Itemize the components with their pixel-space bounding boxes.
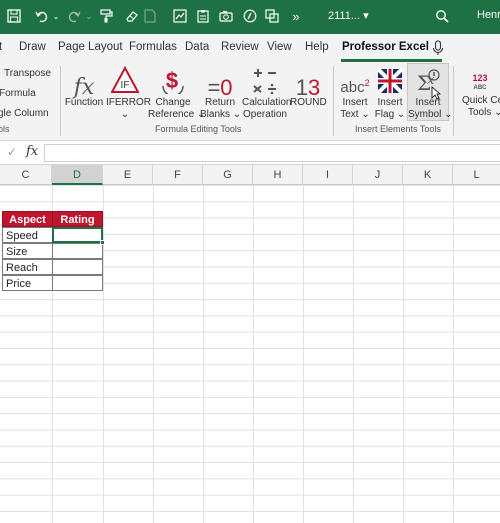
- grid-line: [453, 185, 454, 523]
- insert-text-button[interactable]: abc2 Insert Text ⌄: [338, 64, 372, 121]
- active-cell[interactable]: [52, 227, 103, 243]
- formula-input[interactable]: [44, 144, 500, 162]
- file-name[interactable]: 2111... ▾: [328, 9, 369, 22]
- insert-function-icon[interactable]: fx: [26, 144, 38, 159]
- table-cell[interactable]: Size: [2, 243, 53, 259]
- equals-zero-icon: =0: [207, 75, 233, 100]
- table-header-cell[interactable]: Aspect: [2, 211, 53, 227]
- grid-line: [353, 185, 354, 523]
- title-bar: ⌄ ⌄ » 2111... ▾ Henrik: [0, 0, 500, 34]
- column-header[interactable]: F: [153, 165, 203, 185]
- function-button[interactable]: fx Function: [64, 64, 104, 109]
- formula-button[interactable]: Formula: [0, 88, 36, 99]
- column-header[interactable]: H: [253, 165, 303, 185]
- svg-text:IF: IF: [121, 80, 130, 91]
- calculation-operation-button[interactable]: Calculation Operation: [242, 64, 291, 121]
- tab-insert[interactable]: t: [0, 41, 2, 53]
- grid-line: [153, 185, 154, 523]
- tab-data[interactable]: Data: [185, 41, 209, 53]
- redo-dropdown-icon[interactable]: ⌄: [84, 6, 94, 26]
- grid-line: [403, 185, 404, 523]
- quick-cell-tools-button[interactable]: 123 ABC Quick Ce Tools ⌄: [458, 64, 500, 119]
- camera-icon[interactable]: [216, 6, 236, 26]
- formula-editing-group-label: Formula Editing Tools: [155, 124, 242, 134]
- tab-help[interactable]: Help: [305, 41, 329, 53]
- iferror-chevron: ⌄: [120, 109, 130, 120]
- insert-flag-button[interactable]: Insert Flag ⌄: [374, 64, 406, 121]
- table-cell[interactable]: [52, 275, 103, 291]
- redo-icon[interactable]: [64, 6, 84, 26]
- table-cell[interactable]: Speed: [2, 227, 53, 243]
- grid-line: [203, 185, 204, 523]
- table-header-cell[interactable]: Rating: [52, 211, 103, 227]
- single-column-button[interactable]: gle Column: [0, 108, 49, 119]
- tab-page-layout[interactable]: Page Layout: [58, 41, 123, 53]
- tab-professor-excel[interactable]: Professor Excel: [342, 41, 429, 53]
- tab-view[interactable]: View: [267, 41, 292, 53]
- grid-line: [253, 185, 254, 523]
- change-reference-button[interactable]: $ Change Reference ⌄: [148, 64, 205, 121]
- ribbon-tabs: t Draw Page Layout Formulas Data Review …: [0, 34, 500, 62]
- eraser-icon[interactable]: [122, 6, 142, 26]
- column-header-selected[interactable]: D: [52, 165, 103, 185]
- column-header[interactable]: G: [203, 165, 253, 185]
- left-group-label: ols: [0, 124, 10, 134]
- table-cell[interactable]: Reach: [2, 259, 53, 275]
- tab-formulas[interactable]: Formulas: [129, 41, 177, 53]
- quick-cell-icon: 123 ABC: [472, 73, 488, 92]
- column-header[interactable]: K: [403, 165, 453, 185]
- column-header[interactable]: I: [303, 165, 353, 185]
- symbol-icon: Σx: [408, 64, 448, 94]
- if-warning-icon: IF: [106, 64, 144, 94]
- table-cell[interactable]: [52, 243, 103, 259]
- chart-icon[interactable]: [170, 6, 190, 26]
- format-painter-icon[interactable]: [96, 6, 116, 26]
- operators-icon: [242, 64, 288, 94]
- column-header[interactable]: J: [353, 165, 403, 185]
- save-icon[interactable]: [4, 6, 24, 26]
- formula-bar: ✓ fx: [0, 141, 500, 165]
- round-button[interactable]: 13 ROUND: [290, 64, 327, 109]
- paste-icon[interactable]: [193, 6, 213, 26]
- more-commands-icon[interactable]: »: [288, 6, 304, 26]
- group-separator: [60, 66, 61, 136]
- new-icon[interactable]: [140, 6, 160, 26]
- column-header[interactable]: L: [453, 165, 500, 185]
- tab-review[interactable]: Review: [221, 41, 259, 53]
- abc-icon: abc2: [340, 78, 370, 96]
- return-blanks-button[interactable]: =0 Return Blanks ⌄: [200, 64, 241, 121]
- column-header[interactable]: E: [103, 165, 153, 185]
- grid-line: [303, 185, 304, 523]
- group-separator: [453, 66, 454, 136]
- copy-icon[interactable]: [262, 6, 282, 26]
- undo-dropdown-icon[interactable]: ⌄: [51, 6, 61, 26]
- mouse-cursor-icon: [431, 86, 442, 103]
- formula-icon[interactable]: [240, 6, 260, 26]
- user-name[interactable]: Henrik: [477, 9, 500, 21]
- svg-text:$: $: [166, 68, 178, 93]
- tab-draw[interactable]: Draw: [19, 41, 46, 53]
- group-separator: [333, 66, 334, 136]
- undo-icon[interactable]: [32, 6, 52, 26]
- fx-icon: fx: [73, 75, 95, 100]
- dollar-icon: $: [148, 64, 198, 94]
- transpose-button[interactable]: Transpose: [2, 68, 51, 79]
- column-headers: C D E F G H I J K L: [0, 165, 500, 185]
- grid-line: [103, 185, 104, 523]
- enter-check-icon[interactable]: ✓: [7, 145, 17, 159]
- insert-symbol-button[interactable]: Σx Insert Symbol ⌄: [407, 63, 453, 121]
- iferror-button[interactable]: IF IFERROR ⌄: [106, 64, 151, 121]
- round-number-icon: 13: [295, 75, 321, 100]
- flag-icon: [374, 64, 406, 94]
- column-header[interactable]: C: [0, 165, 52, 185]
- microphone-icon[interactable]: [432, 40, 444, 59]
- table-cell[interactable]: Price: [2, 275, 53, 291]
- table-cell[interactable]: [52, 259, 103, 275]
- insert-elements-group-label: Insert Elements Tools: [355, 124, 441, 134]
- search-icon[interactable]: [432, 6, 452, 26]
- fill-handle[interactable]: [100, 240, 105, 245]
